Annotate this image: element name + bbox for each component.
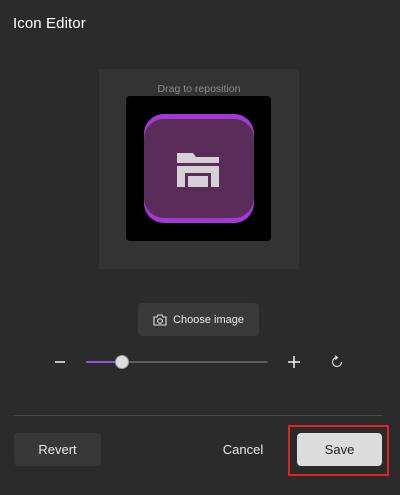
slider-thumb[interactable] bbox=[115, 355, 130, 369]
minus-icon bbox=[55, 361, 65, 363]
crop-frame[interactable] bbox=[126, 96, 271, 241]
dialog-title: Icon Editor bbox=[13, 15, 86, 32]
camera-icon bbox=[153, 313, 167, 326]
choose-image-button[interactable]: Choose image bbox=[138, 303, 259, 336]
save-button[interactable]: Save bbox=[297, 433, 382, 466]
zoom-in-button[interactable] bbox=[286, 353, 302, 371]
zoom-out-button[interactable] bbox=[53, 352, 67, 372]
folder-icon bbox=[177, 153, 219, 187]
choose-image-label: Choose image bbox=[173, 313, 244, 326]
revert-button[interactable]: Revert bbox=[14, 433, 101, 466]
icon-preview-area[interactable]: Drag to reposition bbox=[99, 69, 299, 269]
footer-divider bbox=[14, 415, 382, 416]
app-icon-preview bbox=[144, 114, 254, 223]
zoom-slider[interactable] bbox=[86, 353, 268, 371]
plus-icon bbox=[288, 356, 300, 368]
cancel-button[interactable]: Cancel bbox=[208, 433, 278, 466]
reset-rotation-button[interactable] bbox=[329, 354, 345, 370]
drag-hint-text: Drag to reposition bbox=[157, 83, 241, 95]
rotate-reset-icon bbox=[331, 355, 343, 368]
